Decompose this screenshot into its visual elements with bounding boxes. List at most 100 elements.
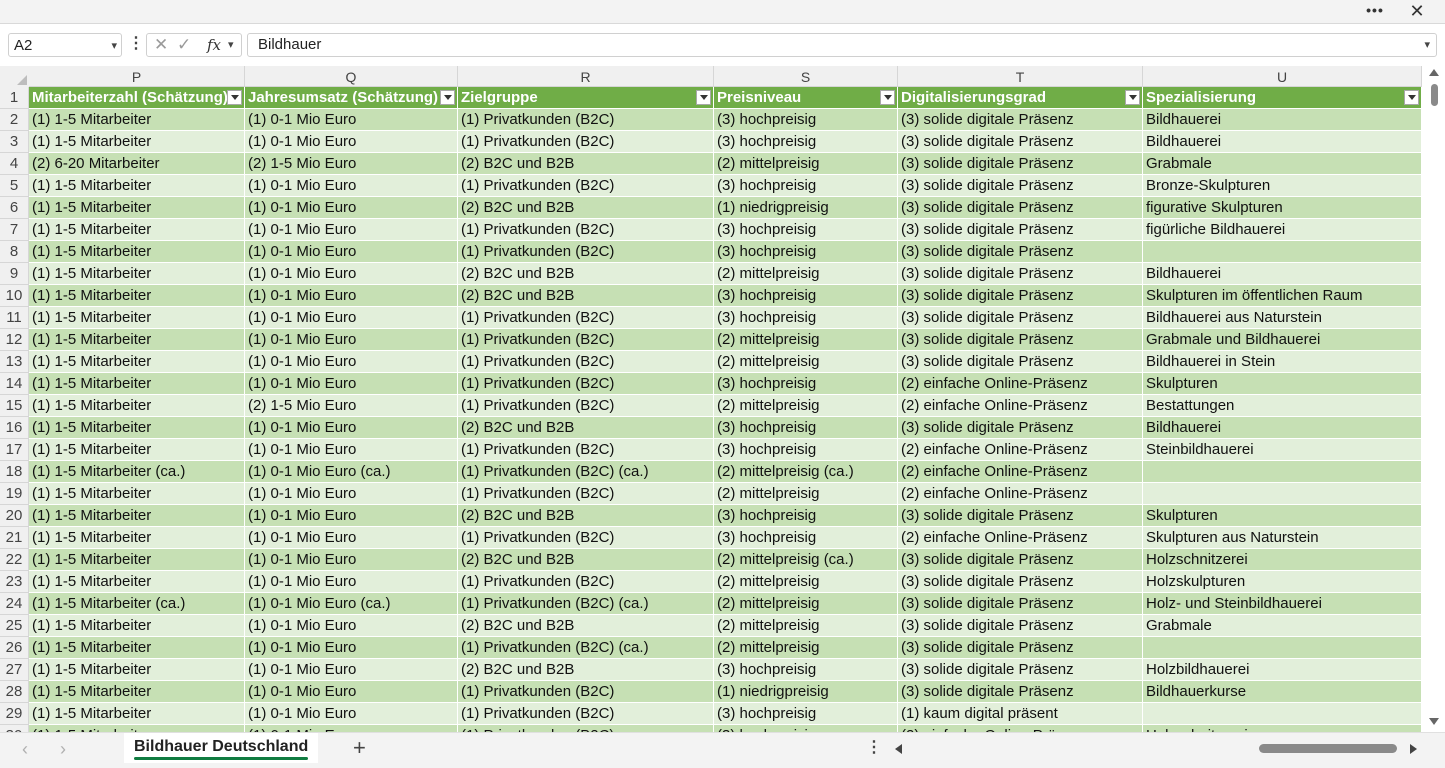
table-cell[interactable]: (1) Privatkunden (B2C): [458, 571, 714, 593]
table-cell[interactable]: (2) B2C und B2B: [458, 263, 714, 285]
table-cell[interactable]: (3) solide digitale Präsenz: [898, 307, 1143, 329]
table-cell[interactable]: (1) Privatkunden (B2C): [458, 373, 714, 395]
table-cell[interactable]: (1) 1-5 Mitarbeiter (ca.): [29, 593, 245, 615]
row-header[interactable]: 8: [0, 241, 29, 263]
table-cell[interactable]: (1) Privatkunden (B2C) (ca.): [458, 593, 714, 615]
table-cell[interactable]: (1) 0-1 Mio Euro: [245, 131, 458, 153]
table-cell[interactable]: (2) einfache Online-Präsenz: [898, 395, 1143, 417]
table-cell[interactable]: (3) hochpreisig: [714, 175, 898, 197]
row-header[interactable]: 7: [0, 219, 29, 241]
table-cell[interactable]: Bestattungen: [1143, 395, 1422, 417]
confirm-icon[interactable]: ✓: [177, 34, 191, 56]
table-cell[interactable]: (2) mittelpreisig: [714, 153, 898, 175]
table-cell[interactable]: Grabmale: [1143, 615, 1422, 637]
scroll-down-icon[interactable]: [1429, 718, 1439, 725]
table-cell[interactable]: (1) 1-5 Mitarbeiter: [29, 307, 245, 329]
table-cell[interactable]: (1) 0-1 Mio Euro (ca.): [245, 461, 458, 483]
cancel-icon[interactable]: ✕: [154, 34, 168, 56]
table-cell[interactable]: Bildhauerei aus Naturstein: [1143, 307, 1422, 329]
table-cell[interactable]: (1) Privatkunden (B2C): [458, 681, 714, 703]
row-header[interactable]: 13: [0, 351, 29, 373]
table-cell[interactable]: (1) Privatkunden (B2C): [458, 131, 714, 153]
row-header[interactable]: 1: [0, 87, 29, 109]
tab-options-icon[interactable]: ⋮: [866, 739, 882, 757]
horizontal-scroll-thumb[interactable]: [1259, 744, 1397, 753]
table-cell[interactable]: (1) Privatkunden (B2C): [458, 351, 714, 373]
table-cell[interactable]: (2) mittelpreisig: [714, 637, 898, 659]
table-cell[interactable]: (1) 0-1 Mio Euro: [245, 527, 458, 549]
row-header[interactable]: 19: [0, 483, 29, 505]
formula-bar-options-icon[interactable]: ⋮: [128, 36, 144, 52]
table-cell[interactable]: (3) solide digitale Präsenz: [898, 197, 1143, 219]
table-cell[interactable]: (1) Privatkunden (B2C): [458, 725, 714, 732]
table-cell[interactable]: (2) mittelpreisig: [714, 571, 898, 593]
table-cell[interactable]: (3) hochpreisig: [714, 439, 898, 461]
scroll-left-icon[interactable]: [895, 744, 902, 754]
table-cell[interactable]: (1) Privatkunden (B2C): [458, 109, 714, 131]
table-header-cell[interactable]: Mitarbeiterzahl (Schätzung): [29, 87, 245, 109]
table-cell[interactable]: (2) B2C und B2B: [458, 615, 714, 637]
table-cell[interactable]: (1) 0-1 Mio Euro: [245, 681, 458, 703]
table-cell[interactable]: (3) hochpreisig: [714, 703, 898, 725]
table-cell[interactable]: (2) B2C und B2B: [458, 197, 714, 219]
row-header[interactable]: 18: [0, 461, 29, 483]
table-cell[interactable]: (1) 1-5 Mitarbeiter: [29, 615, 245, 637]
close-icon[interactable]: ✕: [1408, 1, 1426, 21]
filter-dropdown-icon[interactable]: [1404, 90, 1419, 105]
table-cell[interactable]: Steinbildhauerei: [1143, 439, 1422, 461]
table-cell[interactable]: (1) 0-1 Mio Euro: [245, 351, 458, 373]
table-cell[interactable]: (3) solide digitale Präsenz: [898, 505, 1143, 527]
table-cell[interactable]: (1) 1-5 Mitarbeiter: [29, 109, 245, 131]
table-cell[interactable]: (1) 0-1 Mio Euro: [245, 175, 458, 197]
table-cell[interactable]: (2) mittelpreisig: [714, 615, 898, 637]
table-cell[interactable]: (3) hochpreisig: [714, 285, 898, 307]
table-cell[interactable]: (1) Privatkunden (B2C): [458, 703, 714, 725]
table-cell[interactable]: (2) 1-5 Mio Euro: [245, 153, 458, 175]
table-cell[interactable]: (2) mittelpreisig: [714, 329, 898, 351]
table-cell[interactable]: (1) Privatkunden (B2C): [458, 307, 714, 329]
table-cell[interactable]: (1) 0-1 Mio Euro: [245, 307, 458, 329]
table-cell[interactable]: Bildhauerei: [1143, 109, 1422, 131]
table-cell[interactable]: (1) 0-1 Mio Euro: [245, 219, 458, 241]
table-cell[interactable]: (1) niedrigpreisig: [714, 681, 898, 703]
table-cell[interactable]: (2) mittelpreisig: [714, 395, 898, 417]
table-cell[interactable]: Bildhauerei: [1143, 131, 1422, 153]
table-cell[interactable]: (1) 1-5 Mitarbeiter: [29, 571, 245, 593]
table-cell[interactable]: (1) 1-5 Mitarbeiter: [29, 373, 245, 395]
table-cell[interactable]: (3) solide digitale Präsenz: [898, 351, 1143, 373]
table-cell[interactable]: Skulpturen: [1143, 373, 1422, 395]
table-cell[interactable]: (3) solide digitale Präsenz: [898, 285, 1143, 307]
filter-dropdown-icon[interactable]: [440, 90, 455, 105]
table-cell[interactable]: (1) 0-1 Mio Euro: [245, 373, 458, 395]
table-cell[interactable]: (1) 0-1 Mio Euro: [245, 615, 458, 637]
row-header[interactable]: 12: [0, 329, 29, 351]
table-cell[interactable]: (3) hochpreisig: [714, 109, 898, 131]
table-cell[interactable]: (3) hochpreisig: [714, 417, 898, 439]
add-sheet-icon[interactable]: +: [353, 736, 366, 760]
row-header[interactable]: 28: [0, 681, 29, 703]
table-cell[interactable]: (1) 1-5 Mitarbeiter (ca.): [29, 461, 245, 483]
table-header-cell[interactable]: Digitalisierungsgrad: [898, 87, 1143, 109]
table-cell[interactable]: (1) 1-5 Mitarbeiter: [29, 197, 245, 219]
table-cell[interactable]: (3) hochpreisig: [714, 241, 898, 263]
table-cell[interactable]: Holz- und Steinbildhauerei: [1143, 593, 1422, 615]
table-cell[interactable]: (1) 1-5 Mitarbeiter: [29, 549, 245, 571]
table-cell[interactable]: (2) B2C und B2B: [458, 505, 714, 527]
table-cell[interactable]: [1143, 461, 1422, 483]
row-header[interactable]: 2: [0, 109, 29, 131]
table-cell[interactable]: (3) hochpreisig: [714, 219, 898, 241]
table-cell[interactable]: (3) hochpreisig: [714, 307, 898, 329]
table-cell[interactable]: (1) 1-5 Mitarbeiter: [29, 659, 245, 681]
row-header[interactable]: 3: [0, 131, 29, 153]
table-cell[interactable]: Bildhauerei: [1143, 417, 1422, 439]
table-cell[interactable]: (1) 0-1 Mio Euro: [245, 285, 458, 307]
table-cell[interactable]: (1) 1-5 Mitarbeiter: [29, 681, 245, 703]
table-cell[interactable]: Skulpturen im öffentlichen Raum: [1143, 285, 1422, 307]
table-cell[interactable]: (3) solide digitale Präsenz: [898, 571, 1143, 593]
table-cell[interactable]: (1) 0-1 Mio Euro: [245, 659, 458, 681]
table-cell[interactable]: (2) B2C und B2B: [458, 285, 714, 307]
table-cell[interactable]: (1) Privatkunden (B2C): [458, 219, 714, 241]
row-header[interactable]: 4: [0, 153, 29, 175]
table-cell[interactable]: (3) solide digitale Präsenz: [898, 109, 1143, 131]
table-cell[interactable]: (2) 6-20 Mitarbeiter: [29, 153, 245, 175]
